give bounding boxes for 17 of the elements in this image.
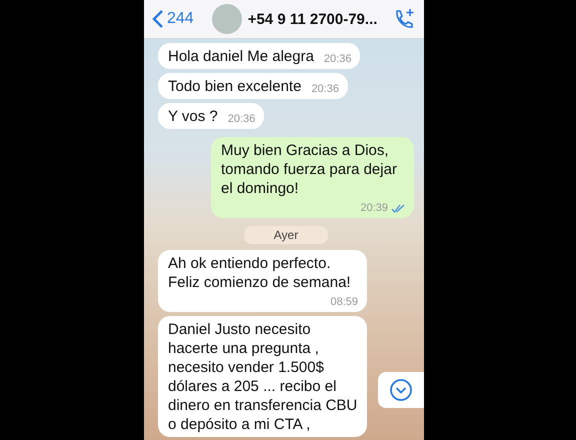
scroll-down-button[interactable] (378, 372, 424, 408)
message-text: Muy bien Gracias a Dios, tomando fuerza para dejar el domingo! (221, 141, 398, 198)
message-time: 08:59 (330, 296, 358, 309)
message-time: 20:36 (228, 113, 256, 126)
message-text: Daniel Justo necesito hacerte una pregunta , necesito vender 1.500$ dólares a 205 ... recibo el dinero en transferencia CBU o depósito a mi CTA , (168, 320, 358, 434)
message-time: 20:36 (324, 53, 352, 66)
chevron-left-icon (152, 9, 164, 29)
back-button[interactable]: 244 (152, 9, 194, 29)
contact-name[interactable]: +54 9 11 2700-79... (248, 10, 378, 28)
message-text: Y vos ? (168, 107, 218, 126)
message-time: 20:39 (360, 202, 388, 215)
chevron-down-circle-icon (389, 378, 413, 402)
message-text: Ah ok entiendo perfecto. Feliz comienzo de semana! (168, 254, 352, 292)
message-time: 20:36 (311, 83, 339, 96)
date-label: Ayer (244, 226, 328, 244)
message-text: Hola daniel Me alegra (168, 47, 314, 66)
message-text: Todo bien excelente (168, 77, 302, 96)
